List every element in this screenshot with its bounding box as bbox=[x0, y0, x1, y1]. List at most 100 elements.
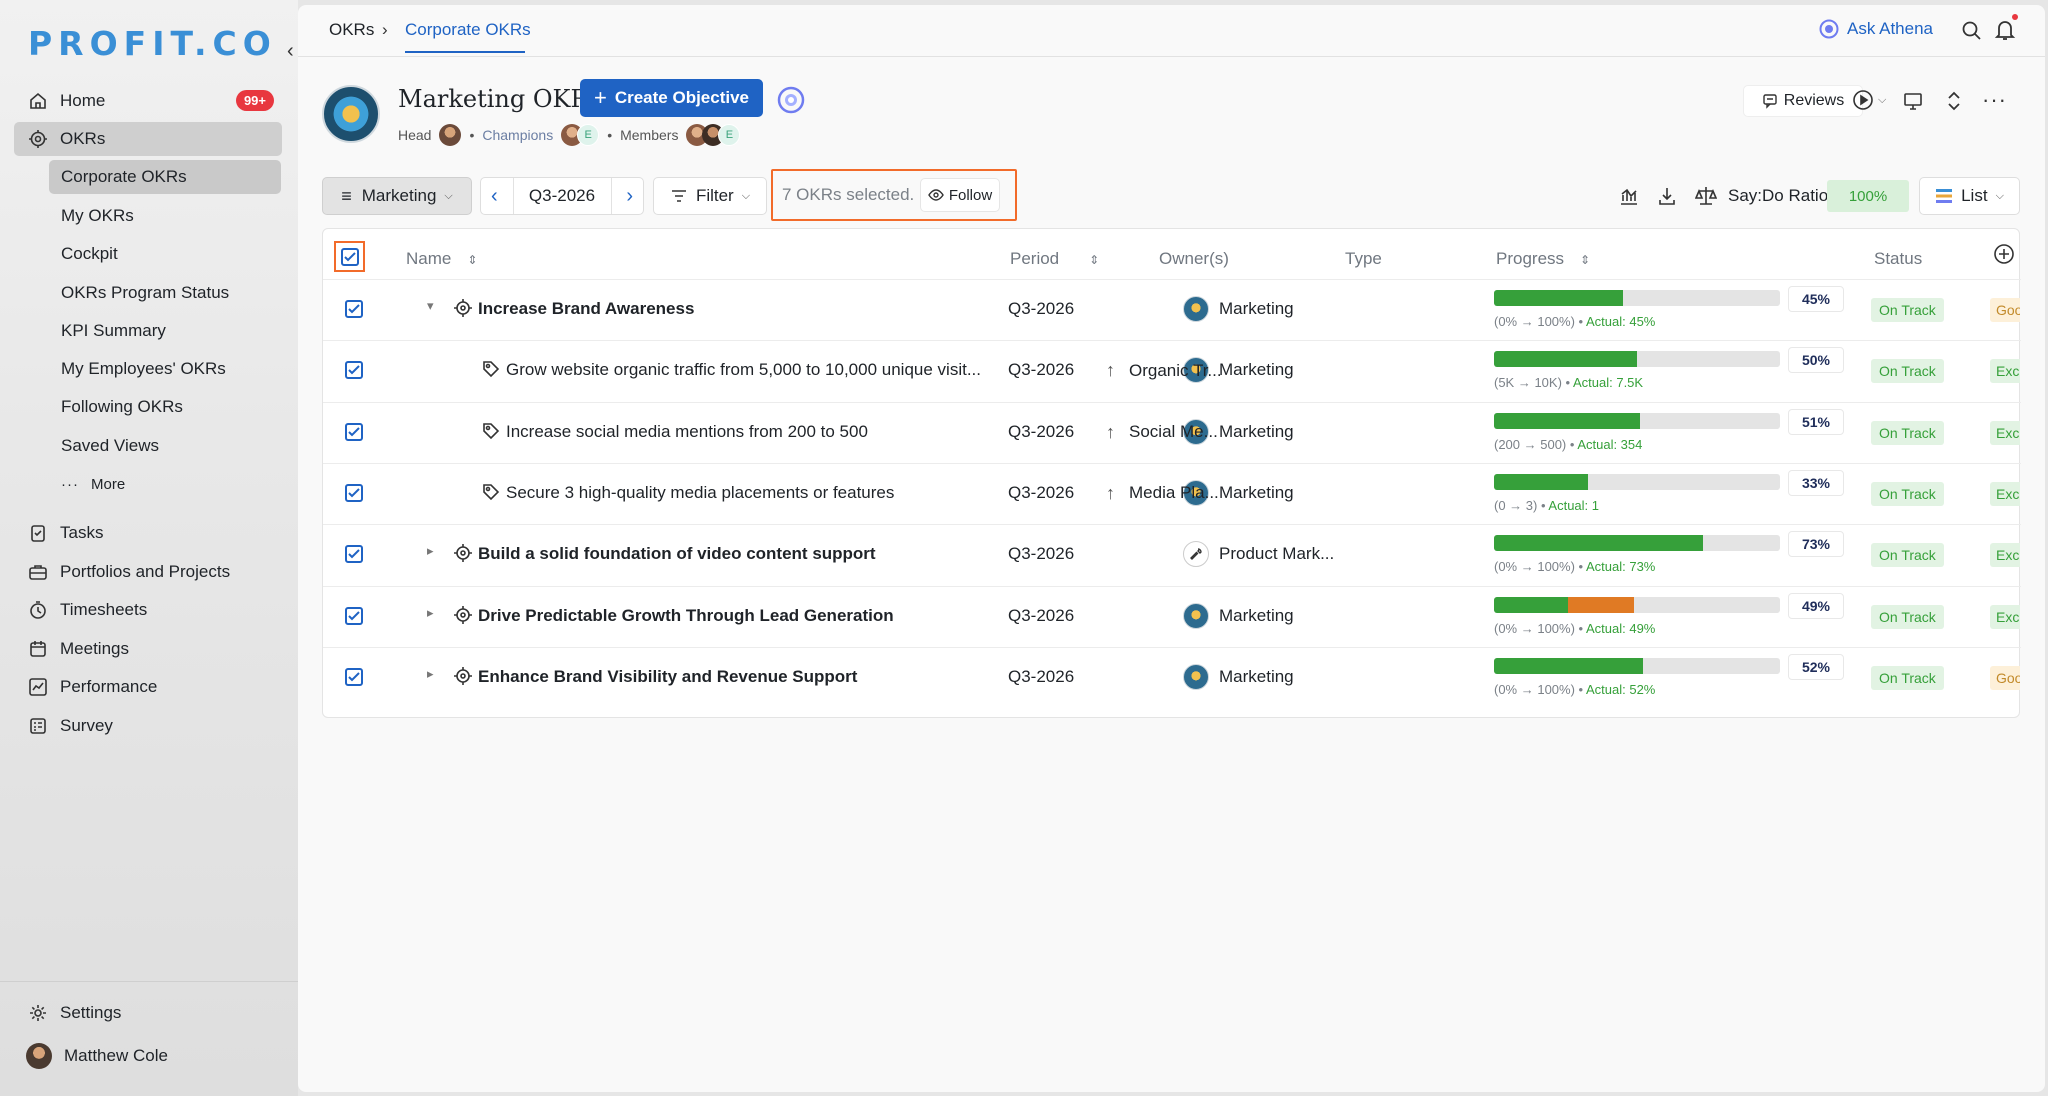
reviews-button[interactable]: Reviews bbox=[1743, 85, 1863, 117]
profit-co-logo[interactable]: PROFIT.CO bbox=[28, 24, 277, 63]
sort-icon[interactable]: ⇕ bbox=[1580, 253, 1590, 267]
chevron-right-icon[interactable]: ▸ bbox=[427, 543, 434, 559]
confidence-badge[interactable]: Goo bbox=[1990, 665, 2020, 690]
status-badge[interactable]: On Track bbox=[1871, 359, 1944, 384]
marketing-avatar bbox=[1183, 602, 1209, 629]
bell-icon[interactable] bbox=[1994, 18, 2016, 42]
sidebar-item-portfolios[interactable]: Portfolios and Projects bbox=[14, 555, 282, 589]
sidebar-subitem-more[interactable]: ··· More bbox=[49, 467, 281, 501]
row-checkbox[interactable] bbox=[345, 483, 363, 502]
okr-name[interactable]: Increase social media mentions from 200 … bbox=[506, 422, 986, 442]
status-badge[interactable]: On Track bbox=[1871, 298, 1944, 322]
ai-assist-icon[interactable] bbox=[777, 86, 805, 114]
sidebar-item-survey[interactable]: Survey bbox=[14, 709, 282, 743]
present-dropdown[interactable]: ⌵ bbox=[1852, 89, 1886, 111]
row-checkbox[interactable] bbox=[345, 667, 363, 686]
expand-collapse-icon[interactable] bbox=[1944, 90, 1964, 112]
chevron-down-icon[interactable]: ▾ bbox=[427, 298, 434, 314]
chevron-right-icon[interactable]: ▸ bbox=[427, 666, 434, 682]
table-row[interactable]: ▾ Increase Brand Awareness Q3-2026 Marke… bbox=[323, 279, 2021, 340]
table-row[interactable]: Secure 3 high-quality media placements o… bbox=[323, 462, 2021, 524]
sidebar-item-timesheets[interactable]: Timesheets bbox=[14, 593, 282, 627]
sidebar-subitem-kpi-summary[interactable]: KPI Summary bbox=[49, 314, 281, 348]
sidebar-item-meetings[interactable]: Meetings bbox=[14, 632, 282, 666]
header-name[interactable]: Name ⇕ bbox=[406, 249, 477, 269]
chart-analytics-icon[interactable] bbox=[1619, 186, 1639, 206]
user-profile[interactable]: Matthew Cole bbox=[26, 1043, 168, 1069]
sidebar-item-tasks[interactable]: Tasks bbox=[14, 516, 282, 550]
okr-name[interactable]: Enhance Brand Visibility and Revenue Sup… bbox=[478, 667, 998, 687]
team-dropdown[interactable]: ≡ Marketing ⌵ bbox=[322, 177, 472, 215]
row-checkbox[interactable] bbox=[345, 300, 363, 318]
confidence-badge[interactable]: Exc bbox=[1990, 481, 2020, 506]
confidence-badge[interactable]: Goo bbox=[1990, 298, 2020, 322]
confidence-badge[interactable]: Exc bbox=[1990, 359, 2020, 384]
table-row[interactable]: Increase social media mentions from 200 … bbox=[323, 401, 2021, 463]
sort-icon[interactable]: ⇕ bbox=[1089, 253, 1099, 267]
sidebar-item-settings[interactable]: Settings bbox=[14, 996, 282, 1030]
presentation-screen-icon[interactable] bbox=[1903, 91, 1923, 111]
status-badge[interactable]: On Track bbox=[1871, 420, 1944, 445]
chevron-right-icon[interactable]: ▸ bbox=[427, 605, 434, 621]
row-checkbox[interactable] bbox=[345, 361, 363, 380]
status-badge[interactable]: On Track bbox=[1871, 604, 1944, 629]
create-objective-button[interactable]: + Create Objective bbox=[580, 79, 763, 117]
champions-avatars[interactable]: E bbox=[561, 124, 600, 146]
sidebar-subitem-following-okrs[interactable]: Following OKRs bbox=[49, 390, 281, 424]
select-all-checkbox[interactable] bbox=[341, 248, 359, 266]
head-avatar[interactable] bbox=[439, 124, 462, 146]
next-period-icon[interactable]: › bbox=[626, 185, 633, 208]
balance-scale-icon[interactable] bbox=[1695, 185, 1717, 207]
okr-name[interactable]: Secure 3 high-quality media placements o… bbox=[506, 483, 986, 503]
sidebar-subitem-my-okrs[interactable]: My OKRs bbox=[49, 199, 281, 233]
row-checkbox[interactable] bbox=[345, 422, 363, 441]
sidebar-subitem-my-employees-okrs[interactable]: My Employees' OKRs bbox=[49, 352, 281, 386]
okr-name[interactable]: Build a solid foundation of video conten… bbox=[478, 544, 998, 564]
sidebar-subitem-corporate-okrs[interactable]: Corporate OKRs bbox=[49, 160, 281, 194]
sidebar-subitem-saved-views[interactable]: Saved Views bbox=[49, 429, 281, 463]
sidebar-item-home[interactable]: Home 99+ bbox=[14, 84, 282, 118]
sidebar-subitem-cockpit[interactable]: Cockpit bbox=[49, 237, 281, 271]
row-checkbox[interactable] bbox=[345, 606, 363, 625]
row-checkbox[interactable] bbox=[345, 545, 363, 564]
status-badge[interactable]: On Track bbox=[1871, 665, 1944, 690]
filter-button[interactable]: Filter ⌵ bbox=[653, 177, 767, 215]
header-period[interactable]: Period ⇕ bbox=[1010, 249, 1099, 269]
confidence-badge[interactable]: Exc bbox=[1990, 604, 2020, 629]
owner-cell[interactable]: Product Mark... bbox=[1183, 541, 1334, 568]
status-badge[interactable]: On Track bbox=[1871, 543, 1944, 568]
breadcrumb-okrs[interactable]: OKRs bbox=[329, 20, 374, 40]
table-row[interactable]: ▸ Enhance Brand Visibility and Revenue S… bbox=[323, 646, 2021, 708]
sidebar-item-okrs[interactable]: OKRs bbox=[14, 122, 282, 156]
table-row[interactable]: ▸ Drive Predictable Growth Through Lead … bbox=[323, 585, 2021, 647]
okr-name[interactable]: Increase Brand Awareness bbox=[478, 299, 998, 319]
owner-cell[interactable]: Marketing bbox=[1183, 663, 1294, 690]
table-row[interactable]: ▸ Build a solid foundation of video cont… bbox=[323, 524, 2021, 585]
okr-name[interactable]: Drive Predictable Growth Through Lead Ge… bbox=[478, 606, 998, 626]
status-badge[interactable]: On Track bbox=[1871, 481, 1944, 506]
breadcrumb-corporate-okrs[interactable]: Corporate OKRs bbox=[405, 20, 531, 40]
members-avatars[interactable]: E bbox=[686, 124, 741, 146]
table-row[interactable]: Grow website organic traffic from 5,000 … bbox=[323, 340, 2021, 401]
okr-name[interactable]: Grow website organic traffic from 5,000 … bbox=[506, 360, 986, 380]
header-progress[interactable]: Progress ⇕ bbox=[1496, 249, 1590, 269]
period-selector[interactable]: ‹ Q3-2026 › bbox=[480, 177, 644, 215]
ask-athena-button[interactable]: Ask Athena bbox=[1819, 19, 1933, 39]
follow-button[interactable]: Follow bbox=[920, 178, 1000, 212]
add-column-icon[interactable] bbox=[1993, 243, 2015, 265]
more-options-icon[interactable]: ··· bbox=[1982, 87, 2007, 113]
prev-period-icon[interactable]: ‹ bbox=[491, 185, 498, 208]
confidence-badge[interactable]: Exc bbox=[1990, 420, 2020, 445]
owner-cell[interactable]: Marketing bbox=[1183, 602, 1294, 629]
owner-cell[interactable]: Marketing bbox=[1183, 296, 1294, 322]
collapse-sidebar-icon[interactable]: ‹ bbox=[287, 40, 294, 63]
sort-icon[interactable]: ⇕ bbox=[467, 253, 477, 267]
confidence-badge[interactable]: Exc bbox=[1990, 543, 2020, 568]
key-result-tag-icon bbox=[483, 361, 500, 378]
sidebar-item-performance[interactable]: Performance bbox=[14, 670, 282, 704]
view-toggle[interactable]: List ⌵ bbox=[1919, 177, 2020, 215]
search-icon[interactable] bbox=[1961, 20, 1983, 42]
sidebar-subitem-okrs-program-status[interactable]: OKRs Program Status bbox=[49, 276, 281, 310]
download-icon[interactable] bbox=[1657, 186, 1677, 206]
sidebar: PROFIT.CO ‹ Home 99+ OKRs Corporate OKRs… bbox=[0, 0, 298, 1096]
